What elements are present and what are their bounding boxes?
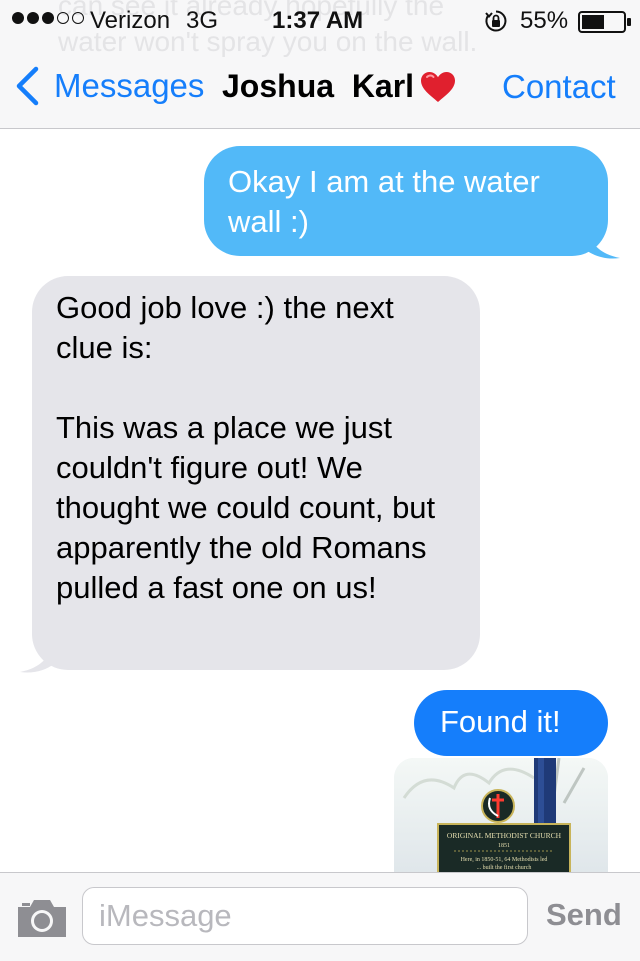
conversation-title: Joshua Karl: [222, 68, 456, 105]
sign-title: ORIGINAL METHODIST CHURCH: [447, 831, 562, 840]
signal-dot: [57, 12, 69, 24]
status-bar: Verizon 3G 1:37 AM 55%: [0, 0, 640, 40]
signal-dot: [27, 12, 39, 24]
signal-dot: [72, 12, 84, 24]
signal-strength-icon: [12, 12, 84, 24]
network-type: 3G: [186, 7, 219, 34]
contact-button[interactable]: Contact: [502, 68, 616, 106]
carrier-name: Verizon: [90, 7, 171, 34]
send-button[interactable]: Send: [546, 897, 622, 933]
rotation-lock-icon: [485, 10, 507, 32]
back-button-label: Messages: [54, 67, 205, 104]
message-input[interactable]: [82, 887, 528, 945]
heart-emoji-icon: [421, 71, 456, 102]
signal-dot: [12, 12, 24, 24]
status-time: 1:37 AM: [272, 7, 364, 34]
contact-name: Joshua Karl: [222, 68, 415, 104]
message-outgoing[interactable]: Found it!: [414, 690, 608, 756]
battery-icon: [578, 11, 631, 33]
sign-year: 1851: [498, 843, 510, 849]
navigation-bar: can see it already hopefully the water w…: [0, 0, 640, 129]
chevron-left-icon: [16, 66, 39, 106]
battery-percent: 55%: [520, 7, 569, 34]
sign-text: ... built the first church: [477, 864, 532, 871]
camera-icon[interactable]: [16, 897, 68, 939]
sign-text: Here, in 1850-51, 64 Methodists led: [461, 857, 548, 863]
compose-bar: Send: [0, 872, 640, 961]
message-incoming[interactable]: Good job love :) the next clue is: This …: [32, 276, 480, 670]
signal-dot: [42, 12, 54, 24]
photo-attachment[interactable]: ORIGINAL METHODIST CHURCH 1851 Here, in …: [394, 758, 608, 876]
back-button[interactable]: Messages: [14, 66, 204, 106]
church-sign-photo: ORIGINAL METHODIST CHURCH 1851 Here, in …: [394, 758, 608, 876]
message-outgoing[interactable]: Okay I am at the water wall :): [204, 146, 608, 256]
